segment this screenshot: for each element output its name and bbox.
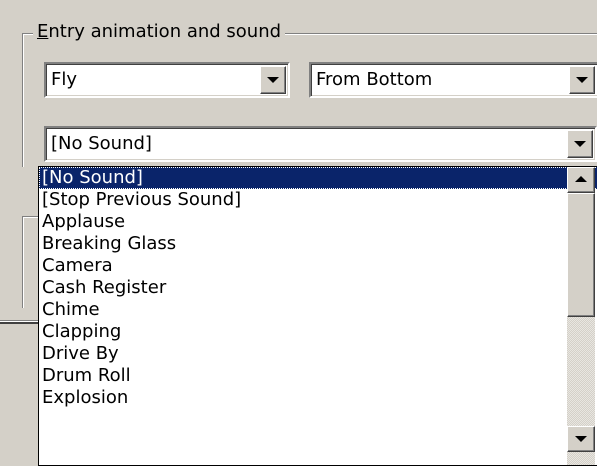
list-item[interactable]: Applause: [39, 211, 597, 233]
list-item[interactable]: [No Sound]: [39, 167, 597, 189]
sound-dropdown-list[interactable]: [No Sound] [Stop Previous Sound] Applaus…: [38, 166, 597, 466]
chevron-down-icon: [576, 77, 588, 83]
list-item[interactable]: Drive By: [39, 343, 597, 365]
direction-select[interactable]: From Bottom: [309, 62, 597, 98]
arrow-up-icon: [575, 176, 587, 182]
effect-select-dropdown-button[interactable]: [260, 66, 286, 94]
sound-select-value: [No Sound]: [51, 133, 152, 154]
list-item[interactable]: [Stop Previous Sound]: [39, 189, 597, 211]
scroll-up-button[interactable]: [567, 167, 595, 193]
list-item[interactable]: Camera: [39, 255, 597, 277]
scroll-down-button[interactable]: [567, 426, 595, 452]
arrow-down-icon: [575, 436, 587, 442]
list-item[interactable]: Chime: [39, 299, 597, 321]
direction-select-dropdown-button[interactable]: [569, 66, 595, 94]
list-item[interactable]: Breaking Glass: [39, 233, 597, 255]
groupbox-title-rest: ntry animation and sound: [48, 21, 282, 42]
scroll-thumb[interactable]: [567, 193, 595, 317]
list-item[interactable]: Explosion: [39, 387, 597, 409]
list-item[interactable]: Cash Register: [39, 277, 597, 299]
sound-select[interactable]: [No Sound]: [44, 126, 597, 162]
effect-select[interactable]: Fly: [44, 62, 290, 98]
list-item[interactable]: Drum Roll: [39, 365, 597, 387]
groupbox-title: Entry animation and sound: [33, 20, 286, 44]
list-scrollbar[interactable]: [567, 167, 595, 465]
chevron-down-icon: [574, 141, 586, 147]
direction-select-value: From Bottom: [316, 69, 433, 90]
effect-select-value: Fly: [51, 69, 78, 90]
list-item[interactable]: Clapping: [39, 321, 597, 343]
groupbox-title-mnemonic: E: [37, 21, 49, 42]
sound-select-dropdown-button[interactable]: [567, 130, 593, 158]
divider: [0, 322, 40, 324]
chevron-down-icon: [267, 77, 279, 83]
